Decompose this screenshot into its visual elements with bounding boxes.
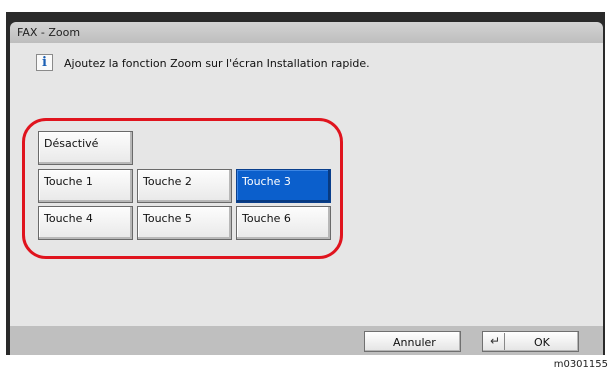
ok-button-label: OK [534,336,550,349]
off-button[interactable]: Désactivé [38,131,133,165]
cancel-button-label: Annuler [393,336,436,349]
ok-button[interactable]: ↵ OK [482,331,579,352]
dialog-title: FAX - Zoom [10,22,603,43]
info-message: Ajoutez la fonction Zoom sur l'écran Ins… [64,57,370,70]
enter-icon: ↵ [490,334,501,348]
cancel-button[interactable]: Annuler [364,331,461,352]
key-2-button[interactable]: Touche 2 [137,169,232,203]
key-6-button[interactable]: Touche 6 [236,206,331,240]
enter-separator [504,333,505,350]
key-4-button[interactable]: Touche 4 [38,206,133,240]
key-5-button[interactable]: Touche 5 [137,206,232,240]
key-1-button[interactable]: Touche 1 [38,169,133,203]
figure-id: m0301155 [553,359,608,370]
info-icon: i [36,54,53,71]
key-3-button[interactable]: Touche 3 [236,169,331,203]
